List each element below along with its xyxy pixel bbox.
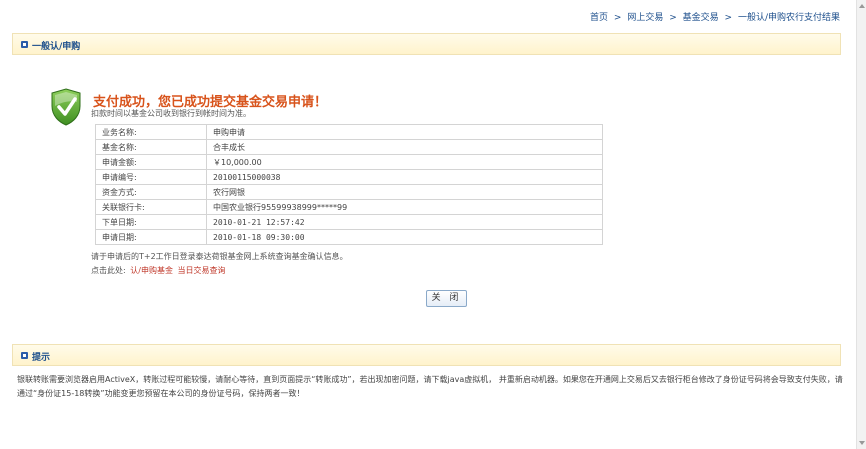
table-row: 关联银行卡: 中国农业银行95599938999*****99 bbox=[95, 199, 603, 215]
row-label: 申请编号: bbox=[95, 169, 207, 185]
success-message-subtitle: 扣款时间以基金公司收到银行到帐时间为准。 bbox=[91, 109, 251, 118]
row-label: 下单日期: bbox=[95, 214, 207, 230]
table-row: 资金方式: 农行网银 bbox=[95, 184, 603, 200]
row-value: 合丰成长 bbox=[206, 139, 603, 155]
section-title: 一般认/申购 bbox=[32, 42, 81, 52]
row-label: 资金方式: bbox=[95, 184, 207, 200]
vertical-scrollbar[interactable] bbox=[856, 0, 866, 449]
row-value: 中国农业银行95599938999*****99 bbox=[206, 199, 603, 215]
row-label: 申请日期: bbox=[95, 229, 207, 245]
close-button[interactable]: 关 闭 bbox=[426, 290, 467, 307]
row-value: 2010-01-18 09:30:00 bbox=[206, 229, 603, 245]
row-label: 业务名称: bbox=[95, 124, 207, 140]
table-row: 下单日期: 2010-01-21 12:57:42 bbox=[95, 214, 603, 230]
section-title: 提示 bbox=[32, 353, 51, 363]
breadcrumb-home[interactable]: 首页 bbox=[590, 13, 608, 23]
row-value: 20100115000038 bbox=[206, 169, 603, 185]
breadcrumb-separator: > bbox=[613, 13, 622, 23]
row-value: 2010-01-21 12:57:42 bbox=[206, 214, 603, 230]
table-row: 业务名称: 申购申请 bbox=[95, 124, 603, 140]
quick-links-prefix: 点击此处: bbox=[91, 266, 126, 275]
section-header-tips: 提示 bbox=[12, 344, 841, 366]
row-label: 关联银行卡: bbox=[95, 199, 207, 215]
breadcrumb-current-page[interactable]: 一般认/申购农行支付结果 bbox=[738, 13, 840, 23]
table-row: 申请日期: 2010-01-18 09:30:00 bbox=[95, 229, 603, 245]
scroll-up-arrow-icon[interactable] bbox=[859, 4, 865, 8]
quick-links: 点击此处: 认/申购基金 当日交易查询 bbox=[91, 265, 226, 276]
today-transactions-link[interactable]: 当日交易查询 bbox=[178, 266, 226, 275]
breadcrumb-separator: > bbox=[669, 13, 677, 23]
breadcrumb-fund-trading[interactable]: 基金交易 bbox=[683, 13, 719, 23]
subscribe-fund-link[interactable]: 认/申购基金 bbox=[130, 266, 173, 275]
row-label: 基金名称: bbox=[95, 139, 207, 155]
arrow-bullet-icon bbox=[21, 41, 28, 48]
table-row: 申请编号: 20100115000038 bbox=[95, 169, 603, 185]
transaction-details-table: 业务名称: 申购申请 基金名称: 合丰成长 申请金额: ￥10,000.00 申… bbox=[95, 124, 603, 245]
confirmation-note: 请于申请后的T+2工作日登录泰达荷银基金网上系统查询基金确认信息。 bbox=[91, 252, 348, 261]
table-row: 申请金额: ￥10,000.00 bbox=[95, 154, 603, 170]
row-label: 申请金额: bbox=[95, 154, 207, 170]
success-shield-icon bbox=[51, 88, 81, 126]
section-header-subscription: 一般认/申购 bbox=[12, 33, 841, 55]
row-value: 申购申请 bbox=[206, 124, 603, 140]
scroll-down-arrow-icon[interactable] bbox=[859, 441, 865, 445]
breadcrumb: 首页 > 网上交易 > 基金交易 > 一般认/申购农行支付结果 bbox=[590, 10, 840, 23]
row-value: 农行网银 bbox=[206, 184, 603, 200]
table-row: 基金名称: 合丰成长 bbox=[95, 139, 603, 155]
breadcrumb-separator: > bbox=[724, 13, 733, 23]
row-value: ￥10,000.00 bbox=[206, 154, 603, 170]
arrow-bullet-icon bbox=[21, 352, 28, 359]
tip-text: 银联转账需要浏览器启用ActiveX，转账过程可能较慢，请耐心等待，直到页面提示… bbox=[17, 375, 843, 398]
breadcrumb-online-trading[interactable]: 网上交易 bbox=[627, 13, 663, 23]
